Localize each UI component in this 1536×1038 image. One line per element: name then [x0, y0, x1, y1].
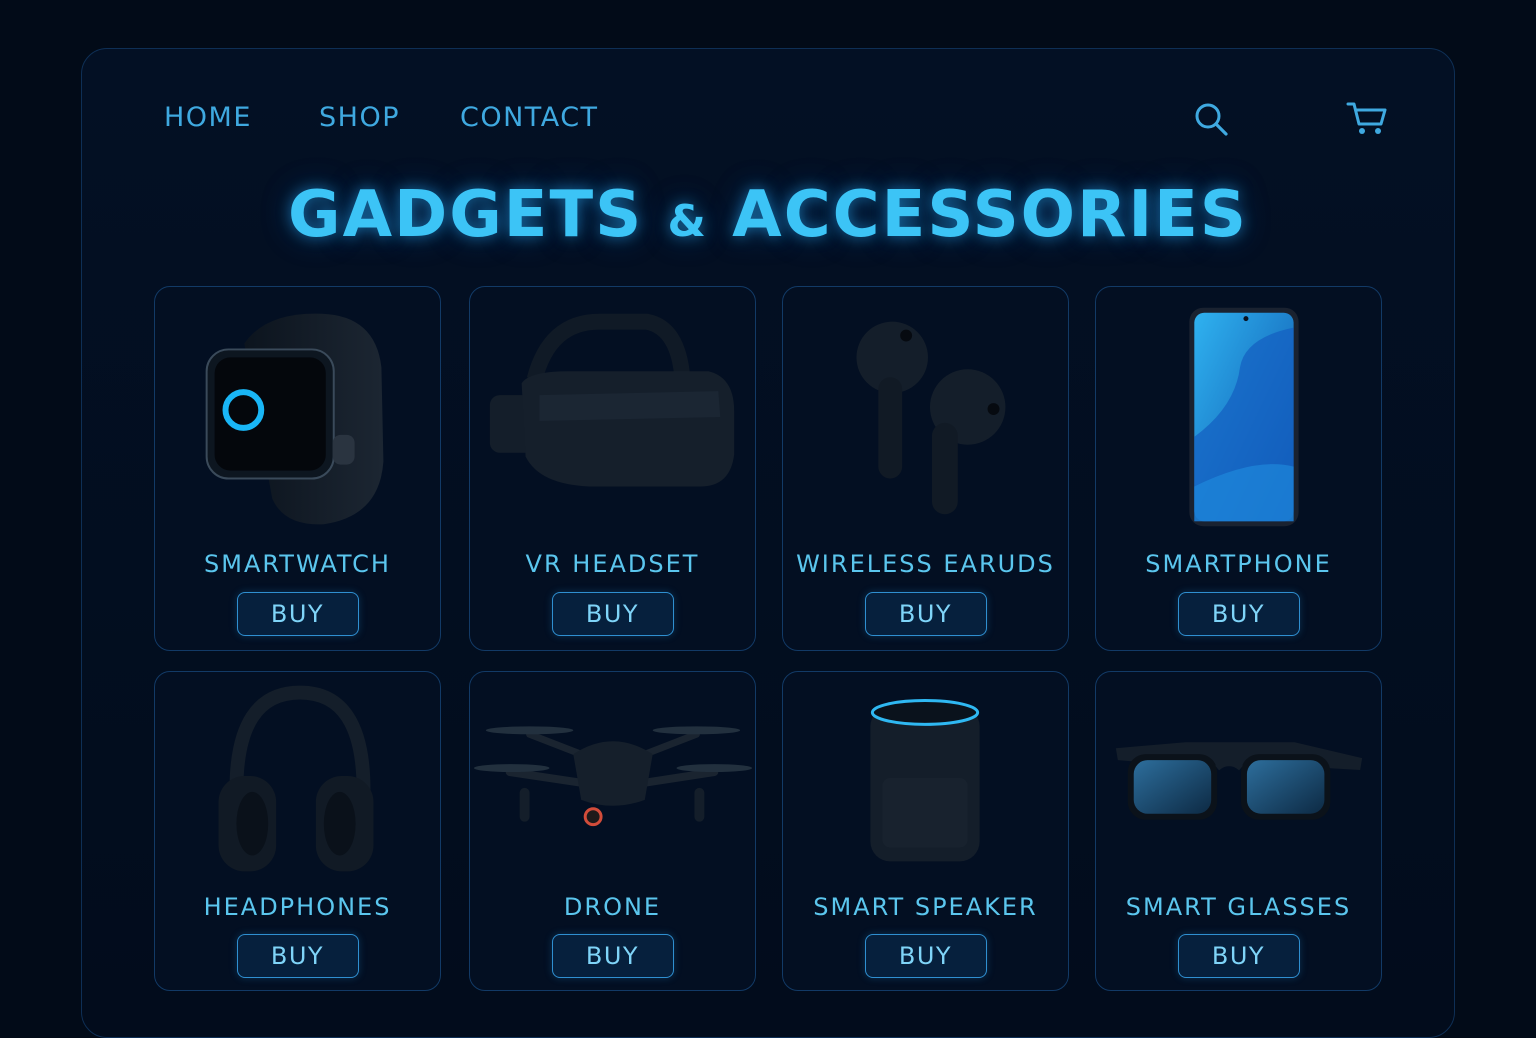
page-title-right: ACCESSORIES	[732, 178, 1248, 252]
buy-button[interactable]: BUY	[551, 592, 674, 636]
product-card-headphones[interactable]: HEADPHONES BUY	[154, 671, 441, 991]
search-icon[interactable]	[1192, 100, 1230, 138]
buy-button[interactable]: BUY	[551, 934, 674, 978]
smart-glasses-image	[1115, 742, 1363, 820]
buy-button[interactable]: BUY	[864, 592, 987, 636]
smart-speaker-image	[870, 699, 980, 862]
nav-contact-link[interactable]: CONTACT	[460, 102, 599, 133]
product-name: WIRELESS EARUDS	[796, 550, 1055, 578]
buy-button[interactable]: BUY	[236, 934, 359, 978]
buy-button[interactable]: BUY	[864, 934, 987, 978]
product-card-smart-glasses[interactable]: SMART GLASSES BUY	[1095, 671, 1382, 991]
page-title-amp: &	[667, 196, 708, 247]
page-title: GADGETS & ACCESSORIES	[0, 178, 1536, 252]
product-card-drone[interactable]: DRONE BUY	[469, 671, 756, 991]
cart-icon[interactable]	[1345, 100, 1389, 138]
product-card-wireless-earbuds[interactable]: WIRELESS EARUDS BUY	[782, 286, 1069, 651]
product-name: VR HEADSET	[525, 550, 700, 578]
nav-home-link[interactable]: HOME	[164, 102, 252, 133]
product-card-vr-headset[interactable]: VR HEADSET BUY	[469, 286, 756, 651]
product-name: SMART SPEAKER	[813, 893, 1038, 921]
product-card-smartphone[interactable]: SMARTPHONE BUY	[1095, 286, 1382, 651]
smartphone-image	[1189, 307, 1299, 527]
drone-image	[473, 726, 753, 827]
buy-button[interactable]: BUY	[236, 592, 359, 636]
smartwatch-image	[205, 313, 384, 525]
product-name: HEADPHONES	[203, 893, 392, 921]
product-name: SMARTPHONE	[1145, 550, 1332, 578]
product-card-smartwatch[interactable]: SMARTWATCH BUY	[154, 286, 441, 651]
headphones-image	[218, 685, 374, 872]
product-card-smart-speaker[interactable]: SMART SPEAKER BUY	[782, 671, 1069, 991]
vr-headset-image	[489, 313, 735, 487]
earbuds-image	[856, 321, 1006, 515]
page-title-left: GADGETS	[288, 178, 644, 252]
product-name: DRONE	[563, 893, 662, 921]
product-name: SMARTWATCH	[204, 550, 391, 578]
nav-shop-link[interactable]: SHOP	[319, 102, 400, 133]
buy-button[interactable]: BUY	[1177, 592, 1300, 636]
product-name: SMART GLASSES	[1125, 893, 1352, 921]
buy-button[interactable]: BUY	[1177, 934, 1300, 978]
